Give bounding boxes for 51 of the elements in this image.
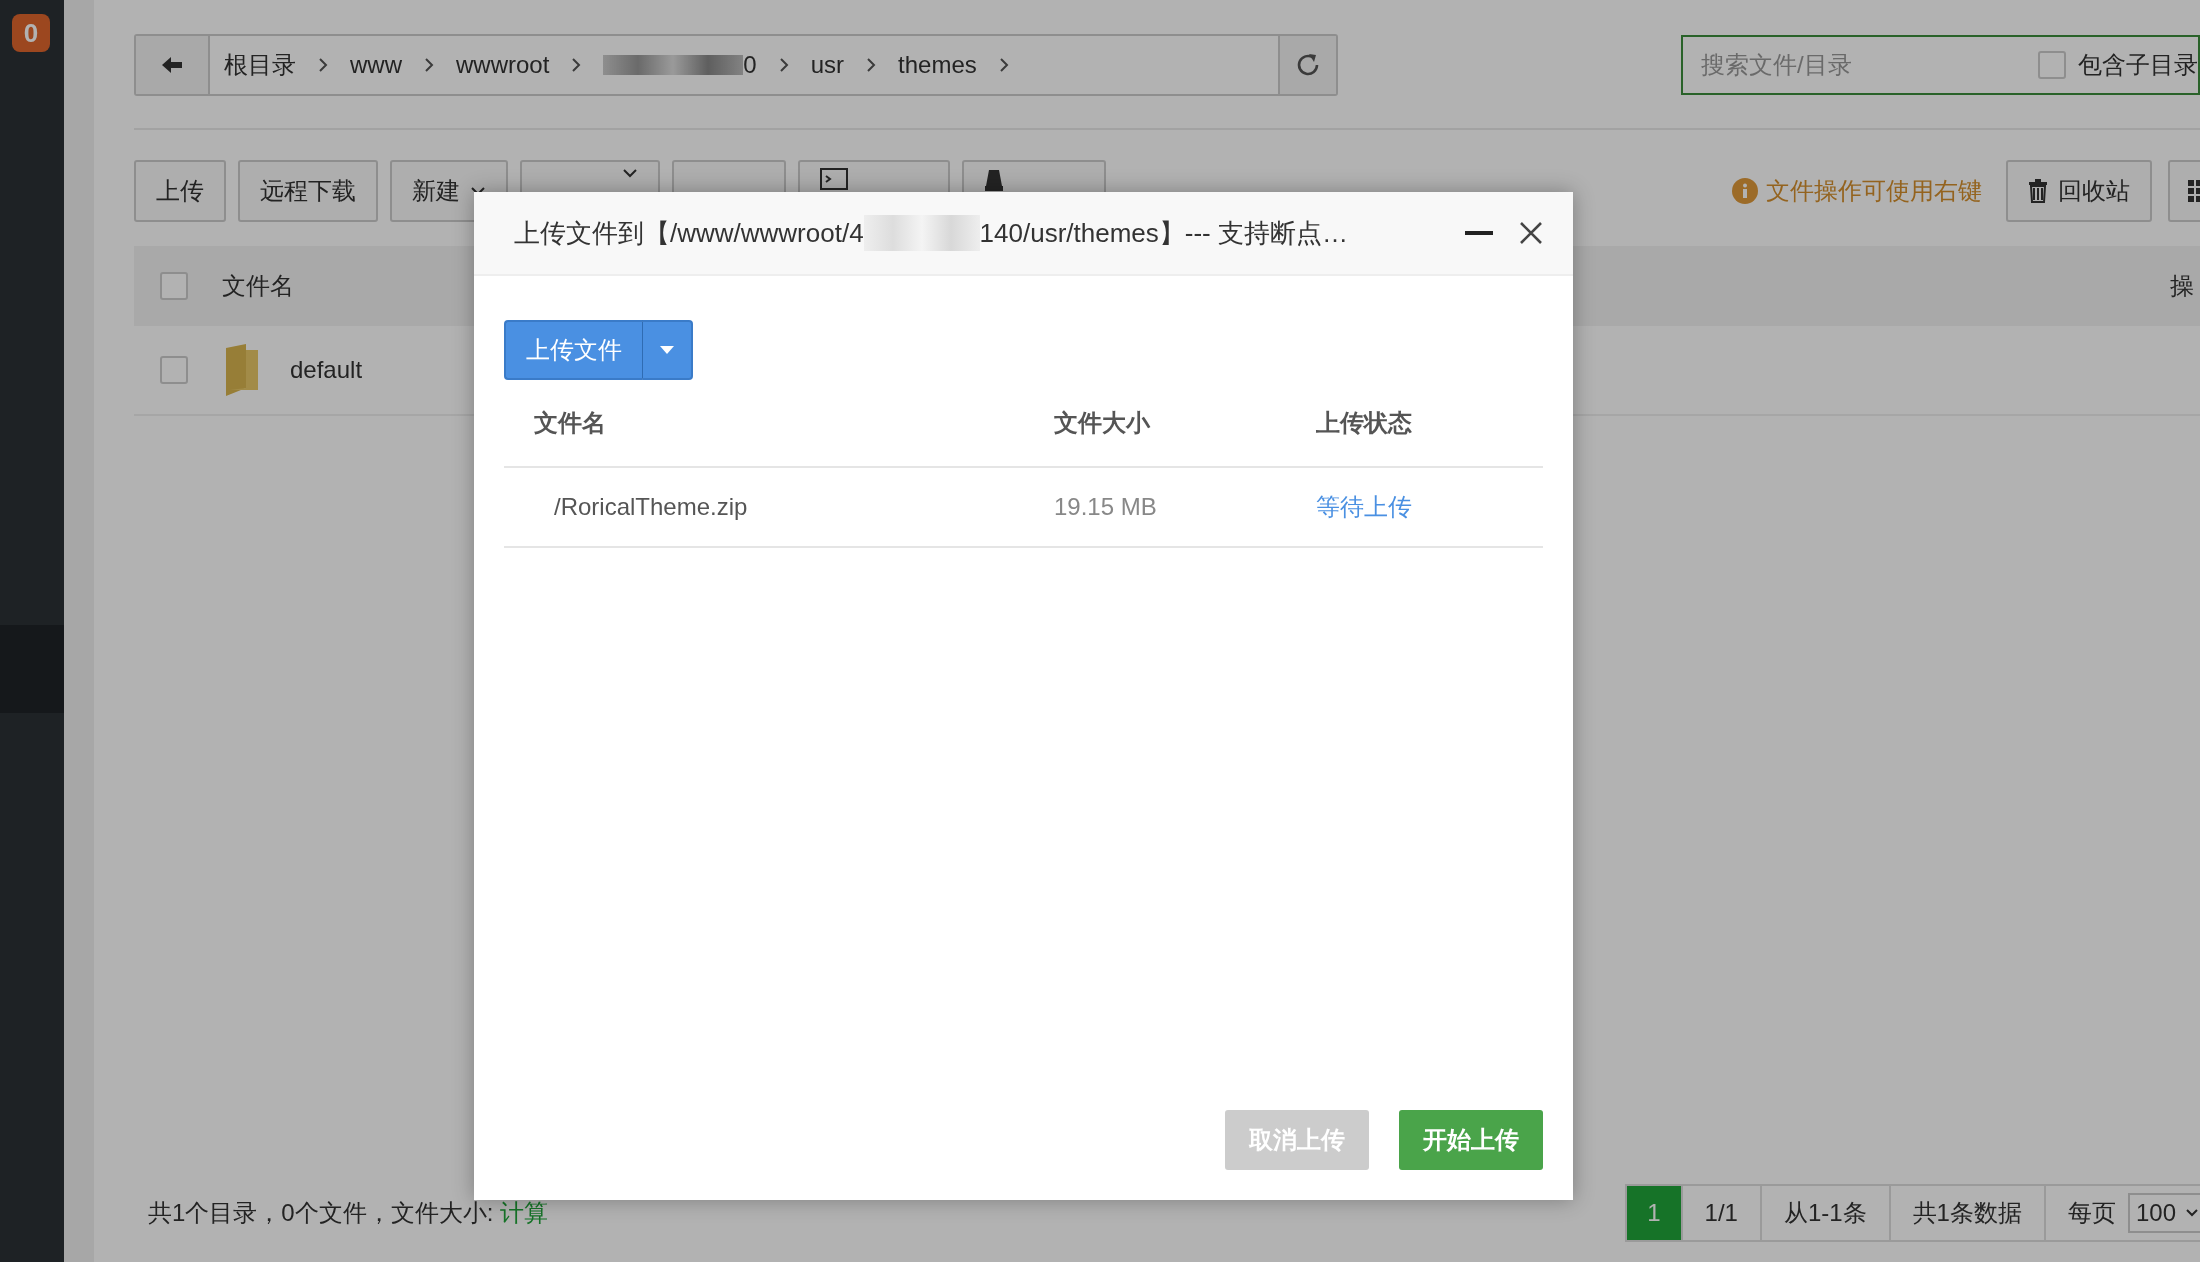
- chevron-right-icon: [318, 57, 328, 73]
- upload-status: 等待上传: [1316, 492, 1412, 522]
- chevron-right-icon: [866, 57, 877, 73]
- caret-down-icon: [2186, 1209, 2198, 1217]
- search-field[interactable]: 搜索文件/目录 包含子目录: [1681, 35, 2200, 95]
- column-header: 上传状态: [1316, 408, 1412, 438]
- checkbox[interactable]: [160, 356, 188, 384]
- column-header: 文件大小: [1054, 408, 1151, 438]
- checkbox-label: 包含子目录: [2078, 50, 2198, 80]
- toolbar-button[interactable]: 上传: [134, 160, 226, 222]
- breadcrumb-item[interactable]: themes: [898, 51, 977, 79]
- dialog-title: 上传文件到【/www/wwwroot/4 140/usr/themes】--- 支持断点…: [514, 215, 1443, 251]
- column-header: 文件名: [534, 408, 607, 438]
- minimize-icon: [1465, 231, 1493, 235]
- per-page-select[interactable]: 100: [2127, 1193, 2200, 1233]
- chevron-right-icon: [571, 57, 582, 73]
- info-icon: [1732, 178, 1758, 204]
- file-name[interactable]: default: [290, 356, 363, 384]
- back-button[interactable]: [136, 36, 210, 94]
- breadcrumb-item[interactable]: usr: [810, 51, 845, 79]
- column-header: 文件名: [222, 271, 295, 301]
- dropdown-toggle[interactable]: [643, 320, 693, 380]
- summary-text: 共1个目录，0个文件，文件大小: 计算: [147, 1198, 549, 1228]
- trash-icon: [2028, 179, 2048, 203]
- close-icon: [1519, 221, 1543, 245]
- caret-down-icon: [660, 346, 674, 354]
- disk-icon: [984, 168, 1004, 192]
- search-input[interactable]: 搜索文件/目录: [1699, 50, 2038, 80]
- terminal-icon: [820, 168, 848, 190]
- toolbar-button[interactable]: 远程下载: [238, 160, 378, 222]
- refresh-button[interactable]: [1278, 36, 1336, 94]
- table-cell-text: 19.15 MB: [1054, 493, 1158, 521]
- pagination-info: 1/1: [1682, 1186, 1762, 1240]
- chevron-down-icon: [622, 168, 638, 178]
- table-cell-text: /RoricalTheme.zip: [553, 493, 749, 521]
- per-page-label: 每页: [2067, 1198, 2116, 1228]
- checkbox[interactable]: [2038, 51, 2066, 79]
- chevron-right-icon: [998, 57, 1009, 73]
- checkbox[interactable]: [160, 272, 188, 300]
- chevron-right-icon: [424, 57, 434, 73]
- hint-text: 文件操作可使用右键: [1766, 176, 1982, 206]
- pagination-info: 共1条数据: [1890, 1186, 2046, 1240]
- recycle-bin-button[interactable]: 回收站: [2006, 160, 2152, 222]
- arrow-left-icon: [160, 55, 184, 75]
- breadcrumb-item[interactable]: www: [350, 51, 402, 79]
- column-header: 操: [2170, 271, 2195, 301]
- pagination-info: 从1-1条: [1761, 1186, 1891, 1240]
- breadcrumb-item[interactable]: wwwroot: [456, 51, 550, 79]
- chevron-right-icon: [778, 57, 789, 73]
- breadcrumb-item[interactable]: 0: [603, 51, 757, 79]
- breadcrumb-item[interactable]: 根目录: [224, 49, 296, 81]
